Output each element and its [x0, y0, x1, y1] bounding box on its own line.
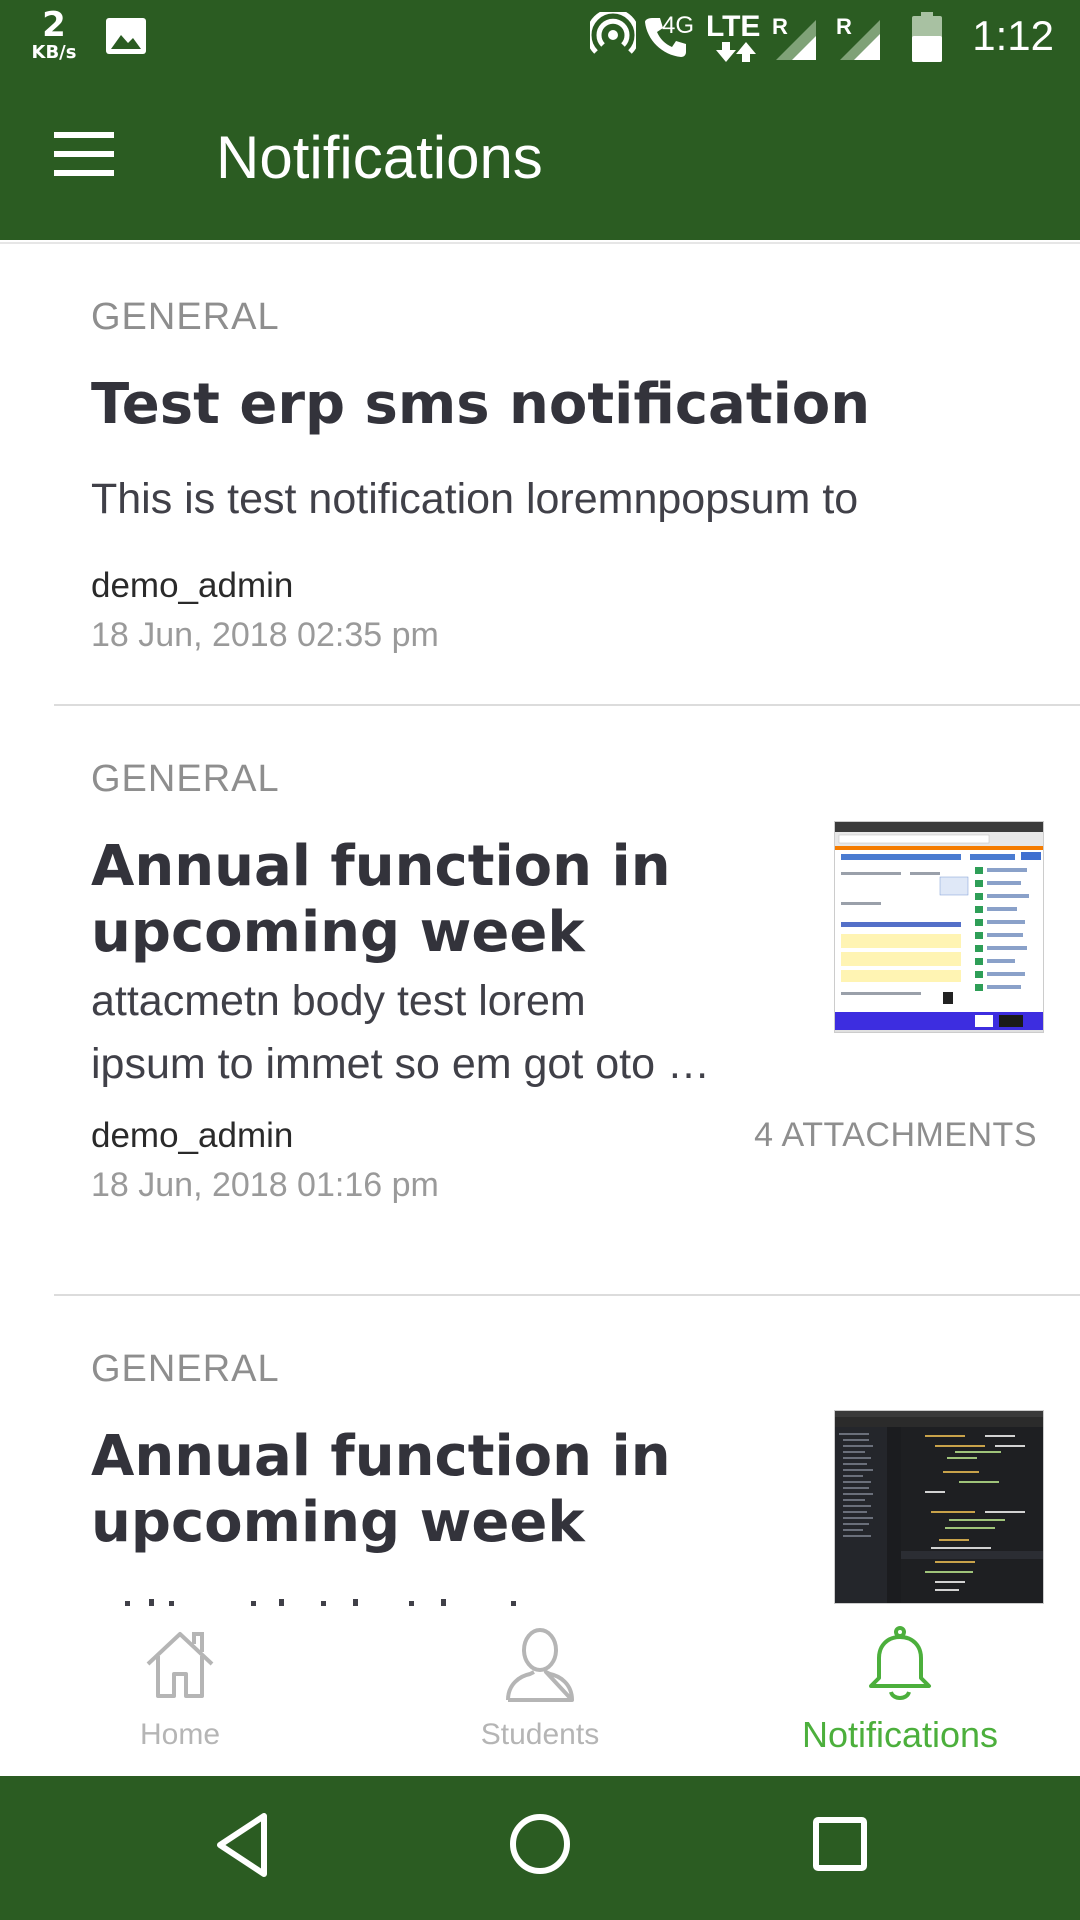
- attachment-preview-image: [835, 822, 1043, 1032]
- notification-body-line: ipsum to immet so em got oto …: [91, 1040, 710, 1088]
- notification-title-line: Annual function in: [91, 1424, 671, 1489]
- bottom-navigation: Home Students Notifications: [0, 1606, 1080, 1776]
- notification-title-line: upcoming week: [91, 1490, 585, 1555]
- notification-body: This is test notification loremnpopsum t…: [91, 475, 859, 523]
- notification-body-cutoff: [91, 1594, 591, 1606]
- notification-category: GENERAL: [91, 758, 280, 800]
- nav-home[interactable]: Home: [0, 1606, 360, 1776]
- attachment-preview-image: [835, 1411, 1043, 1603]
- network-type-label: 4G: [662, 12, 695, 39]
- signal-icon: [776, 20, 816, 60]
- notification-body: attacmetn body test lorem ipsum to immet…: [91, 970, 710, 1096]
- notification-title: Annual function in upcoming week: [91, 834, 671, 966]
- recents-icon[interactable]: [812, 1816, 868, 1872]
- notification-date: 18 Jun, 2018 01:16 pm: [91, 1166, 439, 1204]
- network-speed-unit: KB/s: [31, 42, 77, 63]
- network-speed-value: 2: [42, 5, 66, 45]
- nav-home-label: Home: [139, 1718, 221, 1751]
- notification-card[interactable]: GENERAL Annual function in upcoming week…: [0, 706, 1080, 1296]
- notification-title: Annual function in upcoming week: [91, 1424, 671, 1556]
- notification-title: Test erp sms notification: [91, 372, 871, 437]
- app-bar: Notifications: [0, 75, 1080, 240]
- attachment-thumbnail[interactable]: [834, 1410, 1044, 1604]
- lte-label: LTE: [706, 10, 761, 43]
- clock: 1:12: [972, 12, 1054, 59]
- notification-body-line: attacmetn body test lorem: [91, 977, 586, 1025]
- back-icon[interactable]: [214, 1812, 270, 1878]
- notification-list[interactable]: GENERAL Test erp sms notification This i…: [0, 240, 1080, 1606]
- notification-author: demo_admin: [91, 566, 294, 605]
- notification-card[interactable]: GENERAL Test erp sms notification This i…: [0, 240, 1080, 706]
- person-icon: [506, 1628, 574, 1702]
- data-arrows-icon: [716, 42, 756, 62]
- attachments-count[interactable]: 4 ATTACHMENTS: [754, 1116, 1037, 1155]
- home-icon: [146, 1632, 214, 1698]
- system-navigation-bar: [0, 1776, 1080, 1920]
- bell-icon: [869, 1626, 931, 1700]
- notification-title-line: Annual function in: [91, 834, 671, 899]
- menu-icon[interactable]: [54, 132, 114, 176]
- page-title: Notifications: [216, 124, 543, 191]
- nav-students[interactable]: Students: [360, 1606, 720, 1776]
- image-icon: [106, 18, 146, 54]
- notification-category: GENERAL: [91, 296, 280, 338]
- clipped-text-fragment: [125, 1599, 516, 1606]
- notification-author: demo_admin: [91, 1116, 294, 1155]
- status-bar: 2 KB/s 4G LTE R R 1:12: [0, 0, 1080, 75]
- battery-icon: [912, 12, 942, 62]
- notification-date: 18 Jun, 2018 02:35 pm: [91, 616, 439, 654]
- attachment-thumbnail[interactable]: [834, 821, 1044, 1033]
- nav-notifications[interactable]: Notifications: [720, 1606, 1080, 1776]
- notification-card[interactable]: GENERAL Annual function in upcoming week: [0, 1296, 1080, 1606]
- hotspot-icon: [590, 12, 636, 54]
- network-speed: 2 KB/s: [26, 8, 82, 62]
- home-button-icon[interactable]: [508, 1812, 572, 1876]
- notification-category: GENERAL: [91, 1348, 280, 1390]
- notification-title-line: upcoming week: [91, 900, 585, 965]
- nav-students-label: Students: [480, 1718, 600, 1751]
- signal-icon-2: [840, 20, 880, 60]
- nav-notifications-label: Notifications: [801, 1714, 999, 1755]
